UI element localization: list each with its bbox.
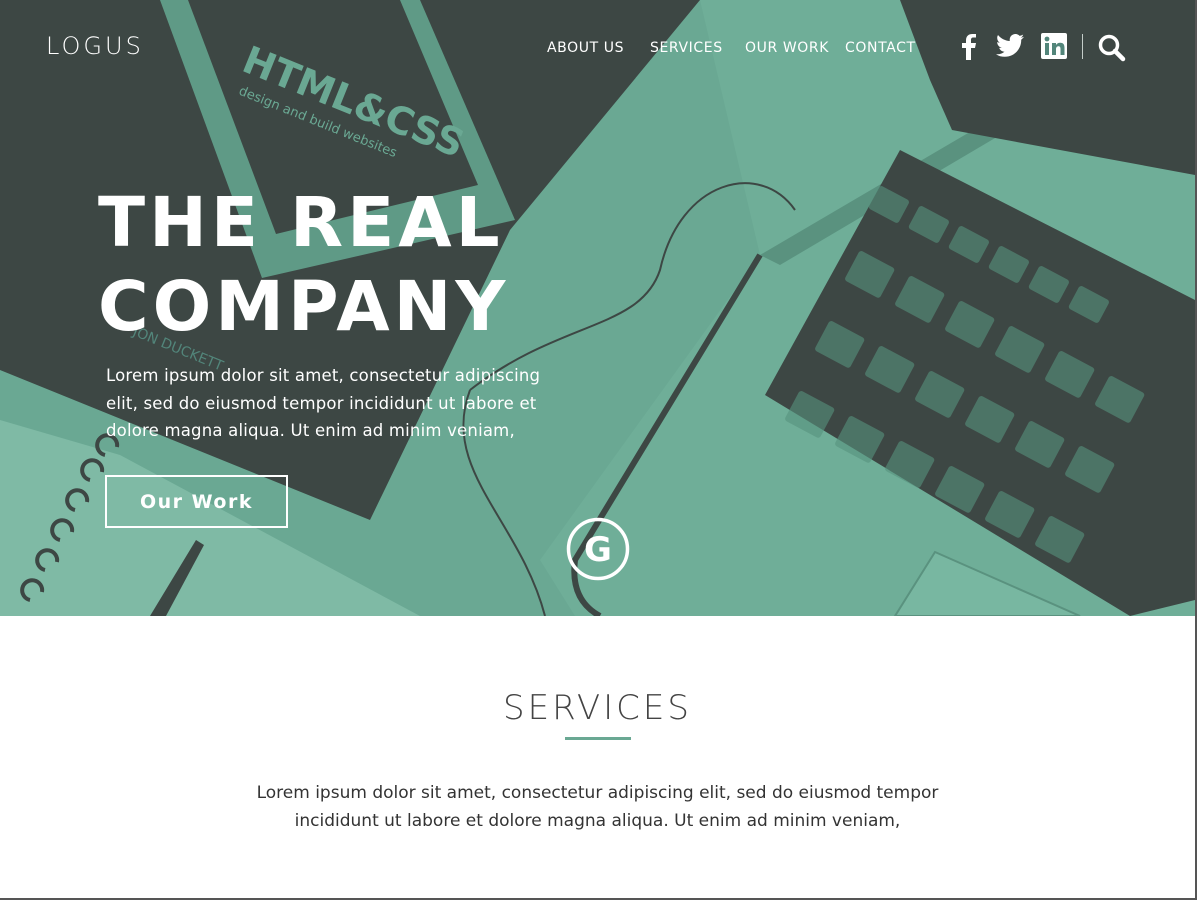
services-title-underline — [565, 737, 631, 740]
nav-our-work[interactable]: OUR WORK — [745, 38, 829, 58]
services-title: SERVICES — [503, 688, 692, 728]
twitter-icon[interactable] — [996, 34, 1024, 58]
site-logo[interactable]: LOGUS — [46, 33, 144, 59]
window-border-right — [1195, 0, 1197, 900]
search-icon[interactable] — [1098, 34, 1126, 62]
scroll-down-badge-icon[interactable]: G — [566, 517, 630, 581]
linkedin-icon[interactable] — [1041, 33, 1067, 59]
hero-section: HTML&CSS design and build websites JON D… — [0, 0, 1195, 616]
hero-headline-line-1: THE REAL — [98, 183, 504, 263]
nav-services[interactable]: SERVICES — [650, 38, 723, 58]
facebook-icon[interactable] — [960, 34, 978, 60]
nav-contact[interactable]: CONTACT — [845, 38, 916, 58]
hero-headline-line-2: COMPANY — [98, 267, 510, 347]
hero-headline: THE REAL COMPANY — [98, 181, 658, 349]
nav-divider — [1082, 34, 1083, 59]
services-description: Lorem ipsum dolor sit amet, consectetur … — [256, 783, 939, 831]
badge-letter: G — [584, 530, 612, 570]
our-work-button[interactable]: Our Work — [105, 475, 288, 528]
hero-description: Lorem ipsum dolor sit amet, consectetur … — [106, 366, 541, 440]
nav-about-us[interactable]: ABOUT US — [547, 38, 624, 58]
